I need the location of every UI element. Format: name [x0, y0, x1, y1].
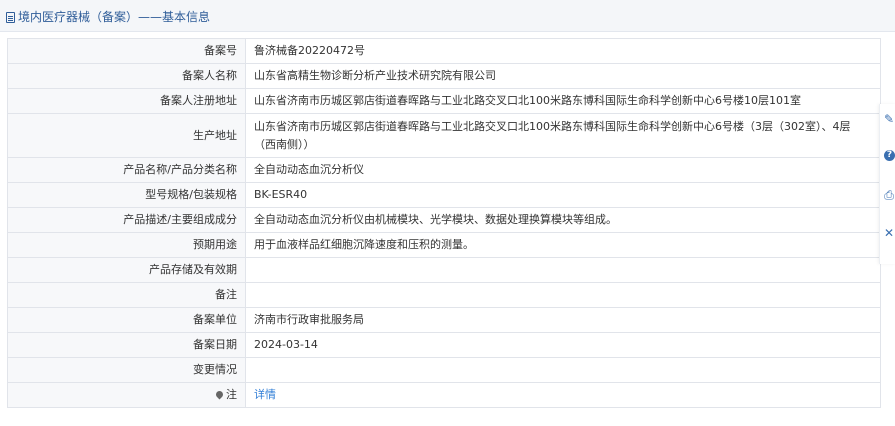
- row-label: 生产地址: [7, 113, 246, 158]
- row-label: 备案日期: [7, 332, 246, 358]
- row-label: 预期用途: [7, 232, 246, 258]
- row-value: [245, 282, 881, 308]
- page-title: 境内医疗器械（备案）——基本信息: [6, 8, 210, 25]
- edit-icon[interactable]: ✎: [883, 112, 895, 126]
- row-value: 全自动动态血沉分析仪: [245, 157, 881, 183]
- table-row: 注 详情: [7, 382, 881, 408]
- table-row: 备案单位 济南市行政审批服务局: [7, 307, 881, 333]
- row-value: [245, 257, 881, 283]
- row-value: 济南市行政审批服务局: [245, 307, 881, 333]
- row-value: 2024-03-14: [245, 332, 881, 358]
- note-label-text: 注: [226, 388, 237, 401]
- table-row: 产品存储及有效期: [7, 257, 881, 283]
- pin-icon: [214, 389, 225, 400]
- table-row: 变更情况: [7, 357, 881, 383]
- row-label: 产品存储及有效期: [7, 257, 246, 283]
- row-label: 备案单位: [7, 307, 246, 333]
- table-row: 备案日期 2024-03-14: [7, 332, 881, 358]
- help-icon[interactable]: ?: [884, 150, 895, 161]
- table-row: 产品描述/主要组成成分 全自动动态血沉分析仪由机械模块、光学模块、数据处理换算模…: [7, 207, 881, 233]
- row-label: 备案人名称: [7, 63, 246, 89]
- table-row: 备案号 鲁济械备20220472号: [7, 38, 881, 64]
- document-icon: [6, 12, 15, 23]
- row-value: [245, 357, 881, 383]
- row-label: 产品名称/产品分类名称: [7, 157, 246, 183]
- row-value: 山东省高精生物诊断分析产业技术研究院有限公司: [245, 63, 881, 89]
- print-icon[interactable]: ⎙: [883, 188, 895, 202]
- info-table: 备案号 鲁济械备20220472号 备案人名称 山东省高精生物诊断分析产业技术研…: [7, 38, 881, 408]
- table-row: 备注: [7, 282, 881, 308]
- row-label: 型号规格/包装规格: [7, 182, 246, 208]
- row-label: 备案号: [7, 38, 246, 64]
- row-label: 备注: [7, 282, 246, 308]
- row-value: 山东省济南市历城区郭店街道春晖路与工业北路交叉口北100米路东博科国际生命科学创…: [245, 88, 881, 114]
- table-row: 生产地址 山东省济南市历城区郭店街道春晖路与工业北路交叉口北100米路东博科国际…: [7, 113, 881, 158]
- row-value: 用于血液样品红细胞沉降速度和压积的测量。: [245, 232, 881, 258]
- close-icon[interactable]: ✕: [883, 226, 895, 240]
- header-bar: 境内医疗器械（备案）——基本信息: [0, 0, 895, 32]
- table-row: 备案人注册地址 山东省济南市历城区郭店街道春晖路与工业北路交叉口北100米路东博…: [7, 88, 881, 114]
- row-label: 产品描述/主要组成成分: [7, 207, 246, 233]
- row-value: 鲁济械备20220472号: [245, 38, 881, 64]
- row-value: 山东省济南市历城区郭店街道春晖路与工业北路交叉口北100米路东博科国际生命科学创…: [245, 113, 881, 158]
- table-row: 预期用途 用于血液样品红细胞沉降速度和压积的测量。: [7, 232, 881, 258]
- page-title-text: 境内医疗器械（备案）——基本信息: [18, 10, 211, 24]
- row-value: 全自动动态血沉分析仪由机械模块、光学模块、数据处理换算模块等组成。: [245, 207, 881, 233]
- side-toolbar: ✎ ? ⎙ ✕: [879, 104, 895, 264]
- details-link[interactable]: 详情: [245, 382, 881, 408]
- row-value: BK-ESR40: [245, 182, 881, 208]
- note-label: 注: [7, 382, 246, 408]
- table-row: 型号规格/包装规格 BK-ESR40: [7, 182, 881, 208]
- row-label: 备案人注册地址: [7, 88, 246, 114]
- table-row: 备案人名称 山东省高精生物诊断分析产业技术研究院有限公司: [7, 63, 881, 89]
- table-row: 产品名称/产品分类名称 全自动动态血沉分析仪: [7, 157, 881, 183]
- row-label: 变更情况: [7, 357, 246, 383]
